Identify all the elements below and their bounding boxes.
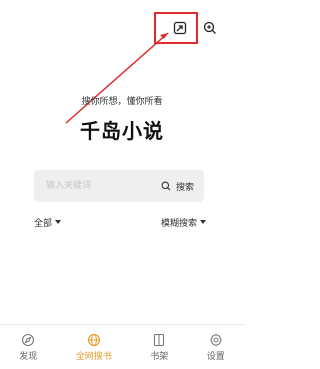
nav-item-settings[interactable]: 设置 <box>207 333 225 362</box>
nav-item-discover[interactable]: 发现 <box>19 333 37 362</box>
nav-item-web-search-label: 全网搜书 <box>75 351 112 362</box>
compass-icon <box>21 333 35 347</box>
app-title: 千岛小说 <box>80 119 164 143</box>
nav-item-web-search[interactable]: 全网搜书 <box>76 333 112 362</box>
search-input[interactable] <box>44 180 148 192</box>
nav-item-discover-label: 发现 <box>19 351 38 362</box>
search-button[interactable]: 搜索 <box>159 179 194 193</box>
filter-all-label: 全部 <box>34 218 53 229</box>
chevron-down-icon <box>200 220 206 224</box>
nav-item-bookshelf[interactable]: 书架 <box>150 333 168 362</box>
search-bar: 搜索 <box>34 170 204 202</box>
filter-fuzzy-dropdown[interactable]: 模糊搜索 <box>161 216 206 229</box>
book-icon <box>152 333 166 347</box>
bottom-navigation: 发现 全网搜书 书架 设置 <box>0 324 244 369</box>
chevron-down-icon <box>55 220 62 224</box>
nav-item-settings-label: 设置 <box>206 351 225 362</box>
search-button-label: 搜索 <box>175 182 194 193</box>
filter-all-dropdown[interactable]: 全部 <box>34 216 62 229</box>
filter-fuzzy-label: 模糊搜索 <box>160 218 197 229</box>
nav-item-bookshelf-label: 书架 <box>150 351 169 362</box>
filter-row: 全部 模糊搜索 <box>34 215 206 229</box>
hero-subtitle: 搜你所想，懂你所看 <box>81 97 163 107</box>
gear-icon <box>209 333 223 347</box>
search-icon <box>159 179 173 193</box>
hero: 搜你所想，懂你所看 千岛小说 <box>0 94 244 144</box>
search-icon[interactable] <box>201 19 219 37</box>
export-box-icon[interactable] <box>171 19 189 37</box>
globe-icon <box>87 333 101 347</box>
